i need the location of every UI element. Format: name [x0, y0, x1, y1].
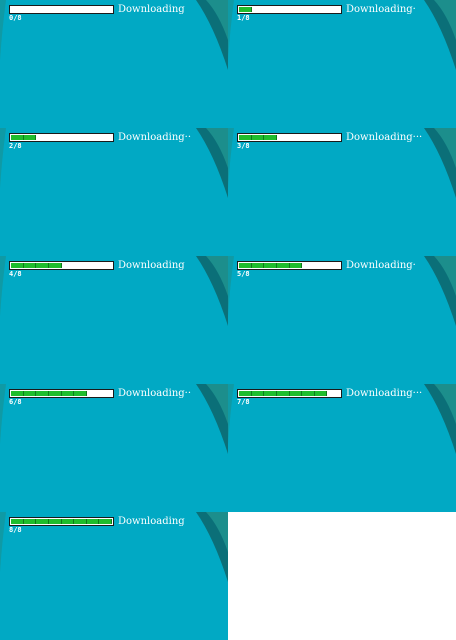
corner-wedge-decoration: [0, 0, 228, 70]
progress-segment: [36, 263, 49, 268]
progress-segment: [302, 391, 315, 396]
left-edge-shape: [228, 384, 234, 444]
progress-segment: [264, 135, 277, 140]
sprite-sheet: 0/8 Downloading 1/8 Downloading· 2/8 Dow…: [0, 0, 456, 640]
download-frame: 7/8 Downloading···: [228, 384, 456, 512]
progress-count: 3/8: [237, 142, 250, 150]
progress-segment: [289, 391, 303, 396]
progress-bar: [237, 5, 342, 14]
progress-segment: [239, 135, 252, 140]
status-label: Downloading: [118, 516, 185, 527]
progress-bar: [9, 389, 114, 398]
corner-wedge-decoration: [228, 384, 456, 454]
progress-bar: [237, 133, 342, 142]
progress-segment: [251, 135, 265, 140]
left-edge-shape: [228, 128, 234, 188]
download-frame: 3/8 Downloading···: [228, 128, 456, 256]
progress-bar: [9, 133, 114, 142]
download-frame: 6/8 Downloading··: [0, 384, 228, 512]
status-label: Downloading·: [346, 4, 416, 15]
download-frame: 8/8 Downloading: [0, 512, 228, 640]
left-edge-shape: [0, 384, 6, 444]
progress-segment: [23, 519, 37, 524]
progress-count: 5/8: [237, 270, 250, 278]
left-edge-shape: [228, 0, 234, 60]
progress-bar: [9, 517, 114, 526]
progress-count: 8/8: [9, 526, 22, 534]
progress-segment: [11, 391, 24, 396]
corner-wedge-decoration: [228, 0, 456, 70]
progress-segment: [48, 391, 62, 396]
progress-segment: [239, 7, 252, 12]
progress-count: 1/8: [237, 14, 250, 22]
progress-segment: [11, 263, 24, 268]
corner-wedge-decoration: [228, 128, 456, 198]
progress-segment: [61, 391, 75, 396]
progress-bar: [9, 261, 114, 270]
download-frame: 4/8 Downloading: [0, 256, 228, 384]
progress-segment: [48, 263, 62, 268]
progress-segment: [23, 263, 37, 268]
corner-wedge-decoration: [0, 256, 228, 326]
status-label: Downloading·: [346, 260, 416, 271]
progress-segment: [61, 519, 75, 524]
progress-count: 7/8: [237, 398, 250, 406]
status-label: Downloading··: [118, 132, 192, 143]
progress-segment: [264, 391, 277, 396]
progress-segment: [36, 391, 49, 396]
download-frame: 1/8 Downloading·: [228, 0, 456, 128]
status-label: Downloading···: [346, 388, 423, 399]
status-label: Downloading: [118, 260, 185, 271]
corner-wedge-decoration: [0, 384, 228, 454]
left-edge-shape: [228, 256, 234, 316]
progress-segment: [23, 135, 37, 140]
progress-segment: [74, 391, 87, 396]
progress-segment: [239, 391, 252, 396]
progress-segment: [48, 519, 62, 524]
progress-segment: [23, 391, 37, 396]
progress-segment: [239, 263, 252, 268]
progress-segment: [86, 519, 100, 524]
progress-segment: [11, 519, 24, 524]
status-label: Downloading···: [346, 132, 423, 143]
status-label: Downloading··: [118, 388, 192, 399]
progress-segment: [11, 135, 24, 140]
progress-bar: [237, 389, 342, 398]
progress-segment: [314, 391, 328, 396]
progress-segment: [276, 263, 290, 268]
progress-segment: [251, 263, 265, 268]
left-edge-shape: [0, 128, 6, 188]
progress-segment: [251, 391, 265, 396]
progress-bar: [237, 261, 342, 270]
progress-segment: [264, 263, 277, 268]
corner-wedge-decoration: [0, 512, 228, 582]
progress-segment: [289, 263, 303, 268]
left-edge-shape: [0, 256, 6, 316]
download-frame: 2/8 Downloading··: [0, 128, 228, 256]
left-edge-shape: [0, 512, 6, 572]
download-frame: 0/8 Downloading: [0, 0, 228, 128]
left-edge-shape: [0, 0, 6, 60]
progress-count: 2/8: [9, 142, 22, 150]
progress-segment: [276, 391, 290, 396]
download-frame: 5/8 Downloading·: [228, 256, 456, 384]
status-label: Downloading: [118, 4, 185, 15]
progress-count: 0/8: [9, 14, 22, 22]
progress-count: 6/8: [9, 398, 22, 406]
progress-segment: [74, 519, 87, 524]
progress-segment: [36, 519, 49, 524]
progress-bar: [9, 5, 114, 14]
progress-count: 4/8: [9, 270, 22, 278]
corner-wedge-decoration: [0, 128, 228, 198]
progress-segment: [99, 519, 112, 524]
corner-wedge-decoration: [228, 256, 456, 326]
